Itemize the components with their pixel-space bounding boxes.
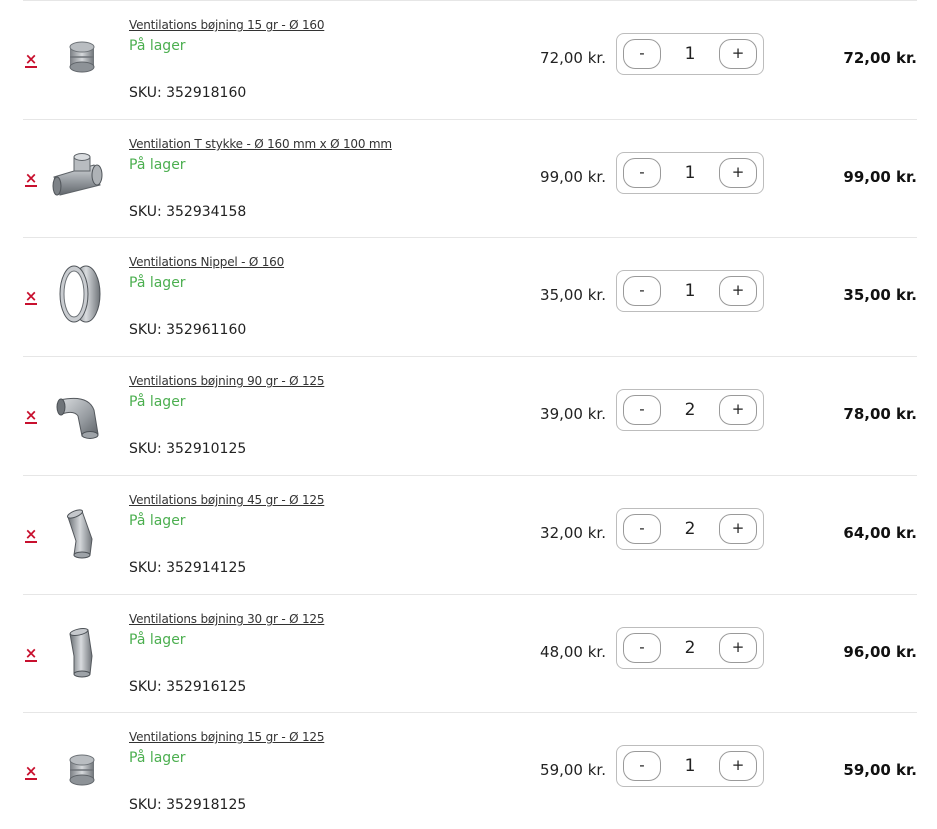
cart-row: × Ventilations bøjning 45 gr - Ø 125 På … — [0, 475, 937, 593]
quantity-stepper: - 1 + — [616, 745, 764, 787]
line-total: 72,00 kr. — [843, 49, 917, 67]
stock-status: På lager — [129, 513, 186, 529]
product-image[interactable] — [48, 499, 114, 565]
product-sku: SKU: 352916125 — [129, 679, 247, 695]
decrease-quantity-button[interactable]: - — [623, 751, 661, 781]
product-name-link[interactable]: Ventilations bøjning 15 gr - Ø 125 — [129, 730, 324, 744]
product-image[interactable] — [48, 380, 114, 446]
increase-quantity-button[interactable]: + — [719, 276, 757, 306]
increase-quantity-button[interactable]: + — [719, 514, 757, 544]
stock-status: På lager — [129, 632, 186, 648]
decrease-quantity-button[interactable]: - — [623, 633, 661, 663]
product-image[interactable] — [48, 143, 114, 209]
increase-quantity-button[interactable]: + — [719, 39, 757, 69]
decrease-quantity-button[interactable]: - — [623, 276, 661, 306]
stock-status: På lager — [129, 157, 186, 173]
product-image[interactable] — [48, 261, 114, 327]
product-name-link[interactable]: Ventilations Nippel - Ø 160 — [129, 255, 284, 269]
unit-price: 35,00 kr. — [540, 286, 606, 304]
product-sku: SKU: 352918125 — [129, 797, 247, 813]
elbow-30-image — [69, 628, 93, 678]
line-total: 96,00 kr. — [843, 643, 917, 661]
product-sku: SKU: 352961160 — [129, 322, 247, 338]
cart-row: × Ventilations bøjning 15 gr - Ø 160 På … — [0, 0, 937, 118]
decrease-quantity-button[interactable]: - — [623, 514, 661, 544]
unit-price: 39,00 kr. — [540, 405, 606, 423]
unit-price: 72,00 kr. — [540, 49, 606, 67]
product-image[interactable] — [48, 736, 114, 802]
unit-price: 32,00 kr. — [540, 524, 606, 542]
cart-row: × Ventilations bøjning 15 gr - Ø 125 På … — [0, 712, 937, 829]
row-divider — [23, 475, 917, 476]
straight-duct-collar-image — [69, 754, 95, 786]
line-total: 59,00 kr. — [843, 761, 917, 779]
stock-status: På lager — [129, 394, 186, 410]
remove-item-icon[interactable]: × — [24, 52, 38, 68]
remove-item-icon[interactable]: × — [24, 171, 38, 187]
quantity-stepper: - 1 + — [616, 33, 764, 75]
increase-quantity-button[interactable]: + — [719, 158, 757, 188]
product-image[interactable] — [48, 24, 114, 90]
product-name-link[interactable]: Ventilations bøjning 15 gr - Ø 160 — [129, 18, 324, 32]
unit-price: 99,00 kr. — [540, 168, 606, 186]
cart-row: × Ventilations Nippel - Ø 160 På lager S… — [0, 237, 937, 355]
quantity-stepper: - 1 + — [616, 270, 764, 312]
product-sku: SKU: 352914125 — [129, 560, 247, 576]
product-sku: SKU: 352910125 — [129, 441, 247, 457]
elbow-45-image — [66, 509, 93, 559]
remove-item-icon[interactable]: × — [24, 289, 38, 305]
remove-item-icon[interactable]: × — [24, 408, 38, 424]
product-name-link[interactable]: Ventilations bøjning 45 gr - Ø 125 — [129, 493, 324, 507]
duct-nipple-ring-image — [59, 265, 101, 323]
quantity-stepper: - 2 + — [616, 627, 764, 669]
product-sku: SKU: 352934158 — [129, 204, 247, 220]
remove-item-icon[interactable]: × — [24, 646, 38, 662]
row-divider — [23, 119, 917, 120]
stock-status: På lager — [129, 750, 186, 766]
decrease-quantity-button[interactable]: - — [623, 39, 661, 69]
product-sku: SKU: 352918160 — [129, 85, 247, 101]
quantity-value[interactable]: 1 — [667, 44, 713, 64]
remove-item-icon[interactable]: × — [24, 527, 38, 543]
cart-row: × Ventilations bøjning 90 gr - Ø 125 På … — [0, 356, 937, 474]
line-total: 64,00 kr. — [843, 524, 917, 542]
quantity-value[interactable]: 2 — [667, 519, 713, 539]
product-name-link[interactable]: Ventilations bøjning 30 gr - Ø 125 — [129, 612, 324, 626]
row-divider — [23, 0, 917, 1]
unit-price: 48,00 kr. — [540, 643, 606, 661]
decrease-quantity-button[interactable]: - — [623, 158, 661, 188]
row-divider — [23, 356, 917, 357]
cart-items-list: × Ventilations bøjning 15 gr - Ø 160 På … — [0, 0, 937, 829]
quantity-value[interactable]: 1 — [667, 756, 713, 776]
line-total: 78,00 kr. — [843, 405, 917, 423]
stock-status: På lager — [129, 38, 186, 54]
quantity-value[interactable]: 1 — [667, 281, 713, 301]
line-total: 99,00 kr. — [843, 168, 917, 186]
increase-quantity-button[interactable]: + — [719, 395, 757, 425]
quantity-stepper: - 2 + — [616, 389, 764, 431]
cart-row: × Ventilations bøjning 30 gr - Ø 125 På … — [0, 594, 937, 712]
straight-duct-collar-image — [69, 41, 95, 73]
quantity-value[interactable]: 1 — [667, 163, 713, 183]
row-divider — [23, 237, 917, 238]
row-divider — [23, 712, 917, 713]
cart-row: × Ventilation T stykke - Ø 160 mm x Ø 10… — [0, 119, 937, 237]
row-divider — [23, 594, 917, 595]
elbow-90-image — [56, 397, 99, 439]
product-name-link[interactable]: Ventilation T stykke - Ø 160 mm x Ø 100 … — [129, 137, 392, 151]
t-piece-duct-image — [52, 153, 103, 196]
remove-item-icon[interactable]: × — [24, 764, 38, 780]
increase-quantity-button[interactable]: + — [719, 751, 757, 781]
quantity-stepper: - 2 + — [616, 508, 764, 550]
product-image[interactable] — [48, 618, 114, 684]
decrease-quantity-button[interactable]: - — [623, 395, 661, 425]
stock-status: På lager — [129, 275, 186, 291]
increase-quantity-button[interactable]: + — [719, 633, 757, 663]
quantity-value[interactable]: 2 — [667, 400, 713, 420]
unit-price: 59,00 kr. — [540, 761, 606, 779]
line-total: 35,00 kr. — [843, 286, 917, 304]
quantity-value[interactable]: 2 — [667, 638, 713, 658]
quantity-stepper: - 1 + — [616, 152, 764, 194]
product-name-link[interactable]: Ventilations bøjning 90 gr - Ø 125 — [129, 374, 324, 388]
